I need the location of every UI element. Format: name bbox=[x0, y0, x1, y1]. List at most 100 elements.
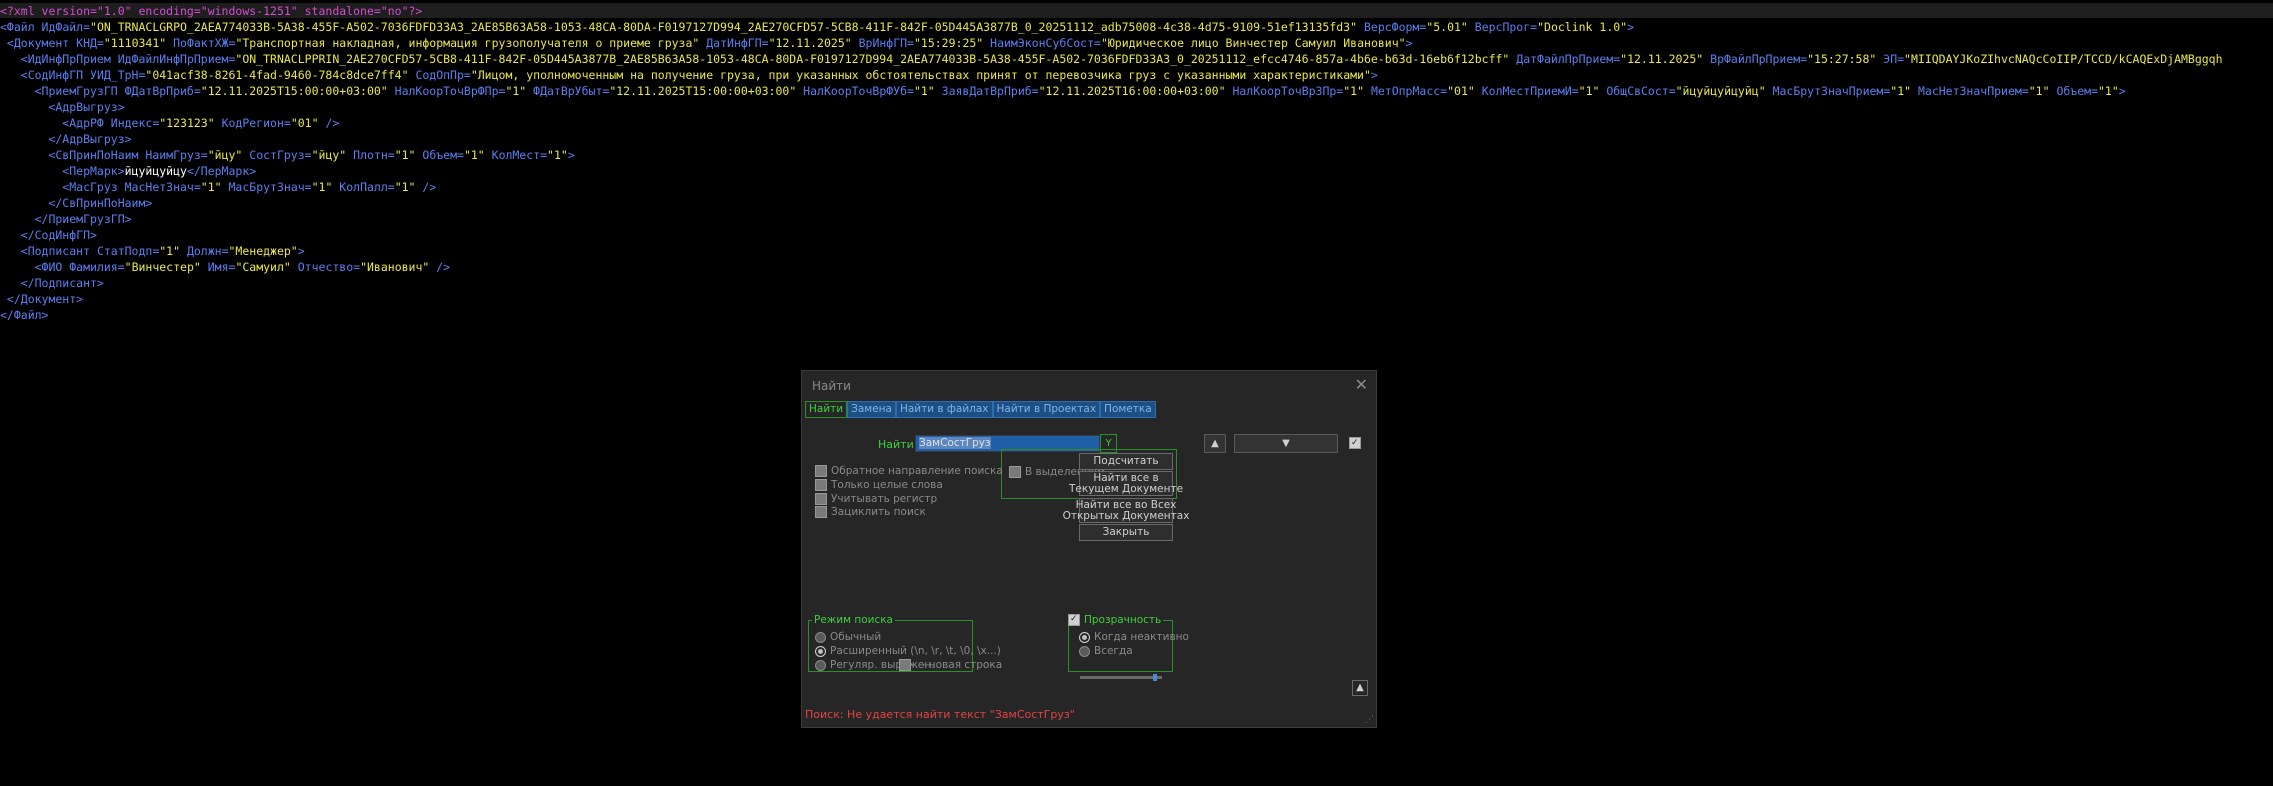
code-token: КолПалл= bbox=[332, 180, 395, 194]
tab-mark[interactable]: Пометка bbox=[1100, 401, 1156, 418]
wrap-around-checkbox[interactable] bbox=[815, 506, 827, 518]
mode-regex-radio[interactable] bbox=[815, 659, 826, 671]
mode-normal[interactable]: Обычный bbox=[815, 631, 881, 643]
find-input-value: ЗамСостГруз bbox=[919, 437, 991, 449]
code-token: <МасГруз bbox=[0, 180, 125, 194]
transparency-when-inactive[interactable]: Когда неактивно bbox=[1079, 631, 1189, 643]
mode-extended-radio[interactable] bbox=[815, 645, 826, 657]
code-token: СостГруз= bbox=[242, 148, 312, 162]
option-wrap-around[interactable]: Зациклить поиск bbox=[815, 506, 926, 518]
search-up-button[interactable]: ▲ bbox=[1204, 434, 1226, 453]
code-token: "01" bbox=[1447, 84, 1475, 98]
tab-find-in-projects[interactable]: Найти в Проектах bbox=[992, 401, 1101, 418]
backward-checkbox[interactable] bbox=[815, 465, 827, 477]
code-token: Должн= bbox=[180, 244, 229, 258]
transparency-checkbox[interactable] bbox=[1068, 614, 1080, 626]
in-selection-checkbox[interactable] bbox=[1009, 466, 1021, 478]
mode-extended[interactable]: Расширенный (\n, \r, \t, \0, \x...) bbox=[815, 645, 1001, 657]
code-token: ДатИнфГП= bbox=[699, 36, 769, 50]
code-line: </Подписант> bbox=[0, 275, 104, 291]
code-token: "MIIQDAYJKoZIhvcNAQcCoIIP/TCCD/kCAQExDjA… bbox=[1904, 52, 2223, 66]
code-line: <ИдИнфПрПрием ИдФайлИнфПрПрием="ON_TRNAC… bbox=[0, 51, 2223, 67]
code-line: </ПриемГрузГП> bbox=[0, 211, 132, 227]
close-icon[interactable]: ✕ bbox=[1355, 375, 1368, 394]
code-token: "1" bbox=[913, 84, 935, 98]
find-all-open-button[interactable]: Найти все во Всех Открытых Документах bbox=[1063, 498, 1189, 523]
regex-newline-option[interactable]: . - новая строка bbox=[899, 659, 1002, 671]
code-token: "Doclink 1.0" bbox=[1537, 20, 1628, 34]
code-token: "12.11.2025" bbox=[1620, 52, 1704, 66]
code-token: <АдрВыгруз> bbox=[0, 100, 125, 114]
code-line: <?xml version="1.0" encoding="windows-12… bbox=[0, 3, 422, 19]
code-token: МасБрутЗначПрием= bbox=[1765, 84, 1891, 98]
whole-words-checkbox[interactable] bbox=[815, 479, 827, 491]
code-line: <СодИнфГП УИД_ТрН="041acf38-8261-4fad-94… bbox=[0, 67, 1378, 83]
code-token: ЭП= bbox=[1876, 52, 1905, 66]
tab-find-in-files[interactable]: Найти в файлах bbox=[895, 401, 993, 418]
code-token: "01" bbox=[290, 116, 319, 130]
code-token: "йцуйцуйцуйц" bbox=[1675, 84, 1766, 98]
option-match-case[interactable]: Учитывать регистр bbox=[815, 493, 937, 505]
regex-newline-checkbox[interactable] bbox=[899, 659, 911, 671]
code-token: "ON_TRNACLGRPO_2AEA774033B-5A38-455F-A50… bbox=[90, 20, 1358, 34]
code-token: Объем= bbox=[415, 148, 464, 162]
collapse-up-button[interactable]: ▲ bbox=[1352, 680, 1368, 696]
code-token: ИдФайлИнфПрПрием= bbox=[117, 52, 236, 66]
find-all-current-button[interactable]: Найти все в Текущем Документе bbox=[1069, 471, 1183, 496]
mode-normal-label: Обычный bbox=[830, 631, 882, 643]
code-token: Индекс= bbox=[110, 116, 160, 130]
slider-knob[interactable] bbox=[1153, 674, 1157, 681]
wrap-around-label: Зациклить поиск bbox=[831, 506, 926, 518]
find-dialog: Найти ✕ Найти Замена Найти в файлах Найт… bbox=[801, 370, 1377, 728]
close-button[interactable]: Закрыть bbox=[1079, 524, 1173, 541]
split-options-checkbox[interactable] bbox=[1349, 437, 1361, 449]
code-token: Объем= bbox=[2049, 84, 2098, 98]
code-token: "Менеджер" bbox=[228, 244, 298, 258]
option-whole-words[interactable]: Только целые слова bbox=[815, 479, 943, 491]
code-token: "Иванович" bbox=[360, 260, 430, 274]
search-down-button[interactable]: ▼ bbox=[1234, 434, 1338, 453]
code-line: <Документ КНД="1110341" ПоФактХЖ="Трансп… bbox=[0, 35, 1413, 51]
code-token: "йцу" bbox=[207, 148, 243, 162]
code-token: йцуйцуйцу bbox=[124, 164, 187, 178]
transparency-slider[interactable] bbox=[1080, 674, 1162, 681]
code-token: "Лицом, уполномоченным на получение груз… bbox=[470, 68, 1371, 82]
transparency-option[interactable]: Прозрачность bbox=[1068, 614, 1164, 626]
code-token: "Винчестер" bbox=[124, 260, 201, 274]
code-token: "Самуил" bbox=[235, 260, 291, 274]
code-line: </СвПринПоНаим> bbox=[0, 195, 152, 211]
count-button[interactable]: Подсчитать bbox=[1079, 453, 1173, 470]
transparency-always[interactable]: Всегда bbox=[1079, 645, 1133, 657]
code-line: <ФИО Фамилия="Винчестер" Имя="Самуил" От… bbox=[0, 259, 451, 275]
code-token: <Документ bbox=[0, 36, 77, 50]
dialog-tabs: Найти Замена Найти в файлах Найти в Прое… bbox=[805, 401, 1156, 418]
when-inactive-radio[interactable] bbox=[1079, 631, 1090, 643]
code-token: СтатПодп= bbox=[96, 244, 160, 258]
code-token: "1" bbox=[1343, 84, 1365, 98]
regex-newline-label: . - новая строка bbox=[915, 659, 1003, 671]
mode-extended-label: Расширенный (\n, \r, \t, \0, \x...) bbox=[830, 645, 1001, 657]
tab-find[interactable]: Найти bbox=[805, 401, 848, 418]
code-token: ОбщСвСост= bbox=[1599, 84, 1676, 98]
match-case-checkbox[interactable] bbox=[815, 493, 827, 505]
always-label: Всегда bbox=[1094, 645, 1133, 657]
code-line: </Файл> bbox=[0, 307, 48, 323]
code-token: "1" bbox=[547, 148, 568, 162]
mode-normal-radio[interactable] bbox=[815, 631, 826, 643]
code-token: "15:29:25" bbox=[913, 36, 984, 50]
code-token: <ПриемГрузГП bbox=[0, 84, 125, 98]
code-token: "1" bbox=[1890, 84, 1912, 98]
code-token: <ФИО bbox=[0, 260, 70, 274]
tab-replace[interactable]: Замена bbox=[847, 401, 896, 418]
code-token: <ИдИнфПрПрием bbox=[0, 52, 118, 66]
transparency-label: Прозрачность bbox=[1084, 614, 1162, 626]
code-token: ПоФактХЖ= bbox=[166, 36, 236, 50]
option-backward[interactable]: Обратное направление поиска bbox=[815, 465, 1003, 477]
code-line: <Файл ИдФайл="ON_TRNACLGRPO_2AEA774033B-… bbox=[0, 19, 1634, 35]
code-token: ФДатВрУбыт= bbox=[526, 84, 610, 98]
code-token: "15:27:58" bbox=[1807, 52, 1877, 66]
resize-grip-icon[interactable]: ⋰ bbox=[1365, 715, 1374, 725]
code-token: <Файл bbox=[0, 20, 42, 34]
always-radio[interactable] bbox=[1079, 645, 1090, 657]
backward-label: Обратное направление поиска bbox=[831, 465, 1003, 477]
